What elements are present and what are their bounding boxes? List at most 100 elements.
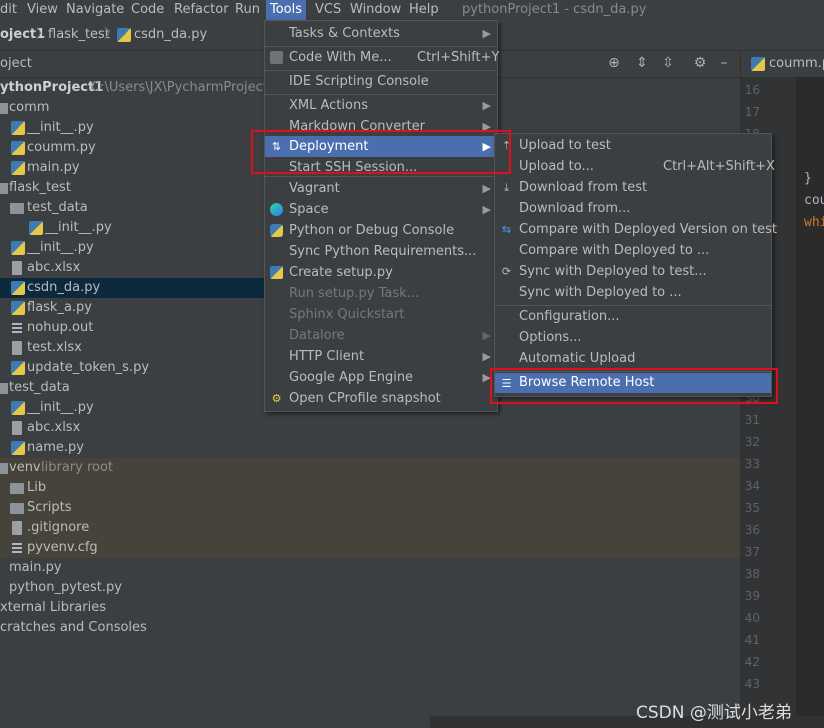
menu-item-options[interactable]: Options... [495,327,771,348]
annotation-box-deployment [251,130,511,174]
line-number: 36 [744,523,760,537]
menu-item-label: Sphinx Quickstart [289,307,405,322]
menu-vcs[interactable]: VCS [315,0,341,20]
breadcrumb-file[interactable]: csdn_da.py [134,20,207,50]
menu-item-compare-with-deployed-to[interactable]: Compare with Deployed to ... [495,240,771,261]
editor-tab-coumm[interactable]: coumm.py [769,51,824,77]
config-file-icon [12,543,22,553]
folder-icon [10,203,24,214]
menu-item-label: Google App Engine [289,370,414,385]
menu-item-vagrant[interactable]: Vagrant ▶ [265,178,497,199]
menu-item-label: Run setup.py Task... [289,286,420,301]
tree-item-label: nohup.out [27,320,94,335]
tree-item-venv[interactable]: venv library root [0,458,740,478]
menu-item-code-with-me[interactable]: Code With Me... Ctrl+Shift+Y [265,47,500,68]
menu-item-tasks-contexts[interactable]: Tasks & Contexts ▶ [265,23,497,44]
tree-item-folder[interactable]: Scripts [0,498,740,518]
menu-item-label: HTTP Client [289,349,365,364]
menu-item-google-app-engine[interactable]: Google App Engine ▶ [265,367,497,388]
minimize-icon[interactable]: – [716,55,732,71]
tools-menu: Tasks & Contexts ▶ Code With Me... Ctrl+… [264,20,500,412]
tree-item-file[interactable]: python_pytest.py [0,578,740,598]
menu-item-upload-to-test[interactable]: ⇡ Upload to test [495,135,771,156]
submenu-arrow-icon: ▶ [482,27,491,40]
menu-item-download-from[interactable]: Download from... [495,198,771,219]
annotation-box-browse-remote-host [490,368,778,404]
deployment-submenu: ⇡ Upload to test Upload to... Ctrl+Alt+S… [494,133,777,397]
line-number: 33 [744,457,760,471]
line-number: 35 [744,501,760,515]
python-file-icon [270,266,283,279]
tree-item-file[interactable]: abc.xlsx [0,418,740,438]
tree-item-label: flask_test [9,180,71,195]
menu-help[interactable]: Help [409,0,439,20]
submenu-arrow-icon: ▶ [482,99,491,112]
menu-item-label: Create setup.py [289,265,393,280]
tree-item-file[interactable]: main.py [0,558,740,578]
menu-item-label: Compare with Deployed to ... [519,243,710,258]
tree-item-label: venv [9,460,41,475]
folder-icon [0,463,8,474]
menu-item-python-debug-console[interactable]: Python or Debug Console [265,220,497,241]
collapse-all-icon[interactable]: ⇳ [660,55,676,71]
menu-item-label: Space [289,202,329,217]
python-file-icon [11,241,25,255]
menu-item-compare-with-deployed-on-test[interactable]: ⇆ Compare with Deployed Version on test [495,219,777,240]
menu-view[interactable]: View [27,0,58,20]
python-file-icon [11,441,25,455]
code-text: whi [804,215,824,230]
tree-item-external-libraries[interactable]: xternal Libraries [0,598,740,618]
menu-edit[interactable]: dit [0,0,17,20]
line-number: 31 [744,413,760,427]
menu-item-http-client[interactable]: HTTP Client ▶ [265,346,497,367]
space-icon [270,203,283,216]
menu-navigate[interactable]: Navigate [66,0,124,20]
menu-item-configuration[interactable]: Configuration... [495,306,771,327]
tree-item-scratches[interactable]: cratches and Consoles [0,618,740,638]
expand-all-icon[interactable]: ⇕ [634,55,650,71]
tree-item-label: main.py [9,560,62,575]
menu-item-ide-scripting-console[interactable]: IDE Scripting Console [265,71,497,92]
tree-item-file[interactable]: .gitignore [0,518,740,538]
menu-item-shortcut: Ctrl+Shift+Y [417,50,500,65]
line-number: 40 [744,611,760,625]
tree-item-file[interactable]: pyvenv.cfg [0,538,740,558]
menu-item-label: Code With Me... [289,50,392,65]
menu-item-label: Options... [519,330,582,345]
menu-window[interactable]: Window [350,0,401,20]
python-file-icon [751,57,765,71]
menu-item-label: Automatic Upload [519,351,636,366]
gear-icon[interactable]: ⚙ [692,55,708,71]
menu-item-create-setup-py[interactable]: Create setup.py [265,262,497,283]
menu-item-xml-actions[interactable]: XML Actions ▶ [265,95,497,116]
tree-item-label: cratches and Consoles [0,620,147,635]
menu-item-label: Sync with Deployed to ... [519,285,682,300]
menu-refactor[interactable]: Refactor [174,0,229,20]
menu-item-download-from-test[interactable]: ⤓ Download from test [495,177,771,198]
menu-item-sync-with-deployed-to-test[interactable]: ⟳ Sync with Deployed to test... [495,261,771,282]
menu-item-sync-python-requirements[interactable]: Sync Python Requirements... [265,241,497,262]
line-number: 39 [744,589,760,603]
menu-run[interactable]: Run [235,0,260,20]
menu-item-open-cprofile-snapshot[interactable]: ⚙ Open CProfile snapshot [265,388,497,409]
breadcrumb-folder[interactable]: flask_test [48,20,110,50]
menu-tools[interactable]: Tools [266,0,307,20]
menu-item-label: Download from... [519,201,631,216]
menu-item-sphinx-quickstart: Sphinx Quickstart [265,304,497,325]
tree-item-label: abc.xlsx [27,420,81,435]
menu-item-automatic-upload[interactable]: Automatic Upload [495,348,771,369]
menu-item-label: Configuration... [519,309,620,324]
excel-file-icon [12,261,22,275]
menu-bar: dit View Navigate Code Refactor Run Tool… [0,0,824,20]
tree-item-folder[interactable]: Lib [0,478,740,498]
menu-code[interactable]: Code [131,0,164,20]
menu-item-sync-with-deployed-to[interactable]: Sync with Deployed to ... [495,282,771,303]
tree-item-file[interactable]: name.py [0,438,740,458]
locate-file-icon[interactable]: ⊕ [606,55,622,71]
python-file-icon [29,221,43,235]
tree-item-label: __init__.py [27,120,94,135]
menu-item-label: XML Actions [289,98,368,113]
menu-item-upload-to[interactable]: Upload to... Ctrl+Alt+Shift+X [495,156,775,177]
menu-item-space[interactable]: Space ▶ [265,199,497,220]
breadcrumb-separator: 〉 [104,27,118,42]
